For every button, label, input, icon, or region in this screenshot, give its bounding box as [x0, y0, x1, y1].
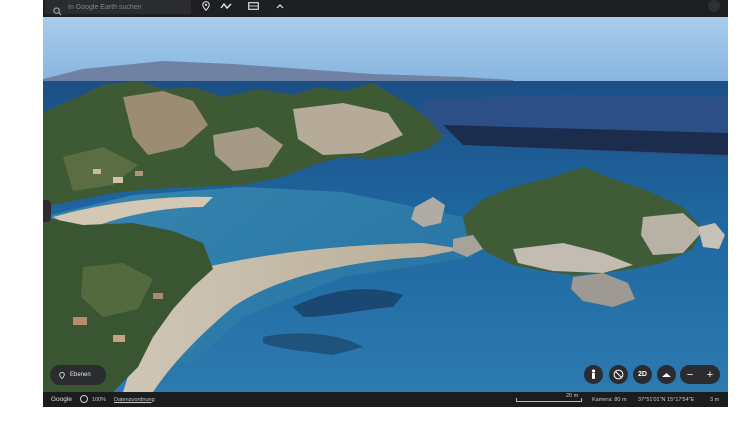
google-earth-window: Ebenen 2D − + Google 100% Datenzuordnung… — [43, 0, 728, 407]
status-bar: Google 100% Datenzuordnung 20 m Kamera: … — [43, 392, 728, 407]
progress-circle-icon — [80, 395, 88, 403]
chevron-up-icon[interactable] — [275, 0, 285, 12]
map-3d-view[interactable] — [43, 17, 728, 392]
path-icon[interactable] — [219, 0, 233, 12]
toggle-2d-button[interactable]: 2D — [633, 365, 652, 384]
zoom-control: − + — [680, 365, 720, 384]
pegman-icon — [591, 369, 596, 379]
scale-label: 20 m — [566, 393, 579, 399]
search-icon[interactable] — [53, 3, 62, 16]
tilt-icon — [662, 372, 671, 377]
zoom-out-button[interactable]: − — [687, 369, 693, 381]
top-toolbar — [43, 0, 728, 17]
camera-altitude: Kamera: 80 m — [592, 396, 627, 403]
coordinates: 37°51'01"N 15°17'54"E — [638, 396, 695, 403]
pegman-button[interactable] — [584, 365, 603, 384]
search-input[interactable] — [68, 3, 178, 11]
elevation: 3 m — [710, 396, 720, 403]
data-attribution-link[interactable]: Datenzuordnung — [114, 397, 155, 403]
zoom-in-button[interactable]: + — [707, 369, 713, 381]
layers-icon — [59, 371, 65, 379]
search-box[interactable] — [45, 0, 191, 16]
compass-button[interactable] — [609, 365, 628, 384]
layers-label: Ebenen — [70, 372, 91, 378]
layers-button[interactable]: Ebenen — [50, 365, 106, 385]
compass-icon — [613, 369, 624, 380]
placemark-icon[interactable] — [200, 0, 212, 12]
tilt-button[interactable] — [657, 365, 676, 384]
load-percent: 100% — [92, 396, 107, 403]
toggle-2d-label: 2D — [638, 371, 647, 378]
more-icon[interactable] — [708, 0, 720, 12]
side-panel-toggle[interactable] — [43, 200, 51, 222]
google-logo: Google — [51, 396, 72, 403]
overlay-icon[interactable] — [247, 0, 259, 12]
